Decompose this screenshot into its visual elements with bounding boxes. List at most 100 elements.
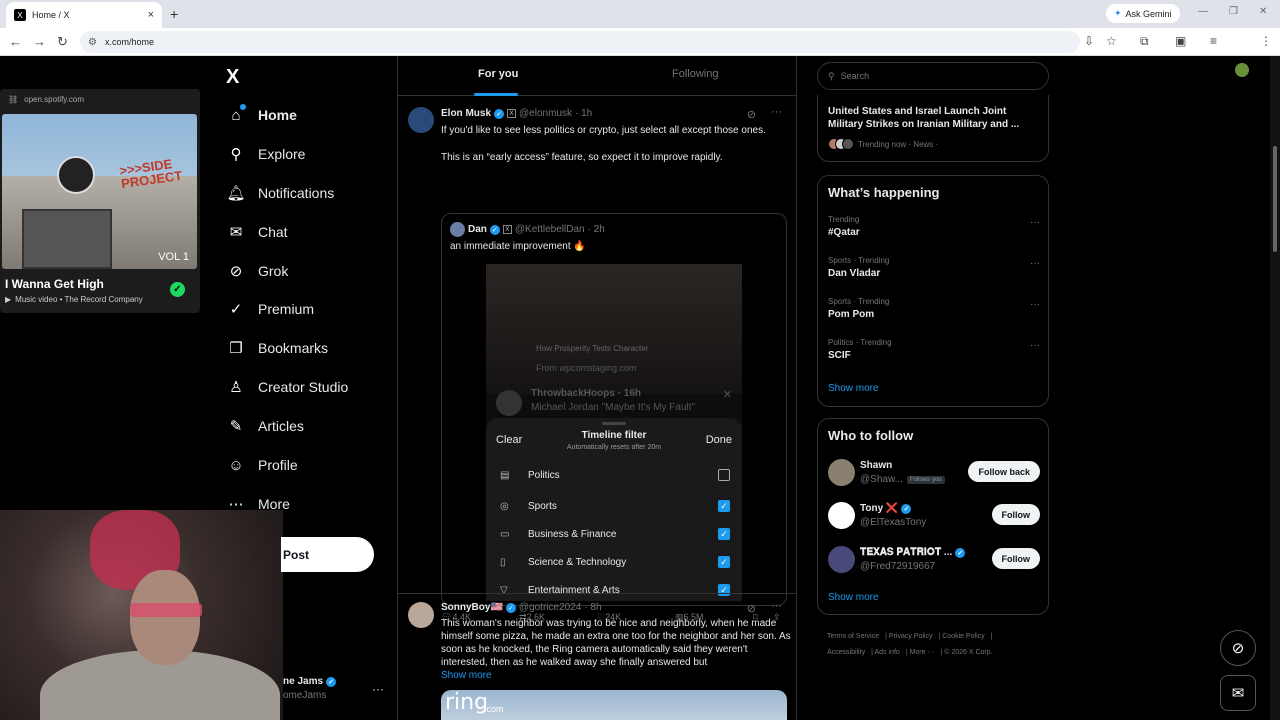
news-card[interactable]: United States and Israel Launch Joint Mi…	[817, 95, 1049, 162]
restore-icon[interactable]: ❐	[1229, 6, 1238, 17]
browser-profile-avatar[interactable]	[1235, 63, 1249, 77]
saved-check-icon[interactable]: ✓	[170, 282, 185, 297]
footer-link[interactable]: Accessibility	[827, 649, 865, 656]
trend-item[interactable]: Sports · Trending Pom Pom ···	[828, 297, 1040, 320]
tweet-header: SonnyBoy🇺🇸 ✓ @gotrice2024 · 8h	[441, 602, 602, 613]
trend-more-icon[interactable]: ···	[1030, 217, 1040, 228]
scrollbar-thumb[interactable]	[1273, 146, 1277, 252]
gemini-icon: ✦	[1114, 8, 1122, 18]
footer-link[interactable]: Terms of Service	[827, 633, 879, 640]
avatar	[828, 546, 855, 573]
follow-suggestion[interactable]: Tony ❌ ✓ @ElTexasTony Follow	[828, 502, 1040, 532]
suggestion-handle: @Fred72919667	[860, 561, 936, 572]
sidebar-item-articles[interactable]: ✎ Articles	[226, 411, 386, 441]
trend-context: Sports · Trending	[828, 256, 890, 265]
sidebar-item-chat[interactable]: ✉ Chat	[226, 217, 386, 247]
forward-icon[interactable]: →	[33, 34, 46, 49]
sidebar-item-premium[interactable]: ✓ Premium	[226, 294, 386, 324]
reading-list-icon[interactable]: ≡	[1210, 34, 1217, 48]
tweet-author-handle[interactable]: @gotrice2024	[519, 602, 581, 613]
avatar[interactable]	[408, 107, 434, 133]
trend-more-icon[interactable]: ···	[1030, 299, 1040, 310]
follow-button[interactable]: Follow	[991, 504, 1040, 525]
spotify-mini-player[interactable]: ⛓ open.spotify.com >>>SIDE PROJECT VOL 1…	[0, 89, 200, 313]
page-scrollbar[interactable]	[1270, 56, 1280, 720]
trend-more-icon[interactable]: ···	[1030, 340, 1040, 351]
trend-item[interactable]: Trending #Qatar ···	[828, 215, 1040, 238]
trend-name: Dan Vladar	[828, 268, 881, 279]
sidebar-item-home[interactable]: ⌂ Home	[226, 100, 386, 130]
search-input[interactable]: ⚲ Search	[817, 62, 1049, 90]
sidebar-item-label: More	[258, 496, 290, 512]
grok-explain-icon[interactable]: ⊘	[747, 108, 756, 121]
politics-icon: ▤	[500, 469, 510, 481]
sidebar-icon[interactable]: ▣	[1175, 34, 1186, 48]
tweet-more-icon[interactable]: ···	[771, 600, 782, 612]
follow-button[interactable]: Follow	[991, 548, 1040, 569]
extensions-icon[interactable]: ⧉	[1140, 34, 1149, 49]
close-window-icon[interactable]: ✕	[1259, 6, 1267, 17]
tab-for-you[interactable]: For you	[473, 68, 519, 96]
sidebar-item-grok[interactable]: ⊘ Grok	[226, 256, 386, 286]
timeline: For you Following Elon Musk ✓ X @elonmus…	[397, 56, 797, 720]
sidebar-item-bookmarks[interactable]: ❐ Bookmarks	[226, 333, 386, 363]
new-tab-button[interactable]: +	[170, 6, 178, 22]
browser-menu-icon[interactable]: ⋮	[1260, 34, 1272, 48]
sidebar-item-explore[interactable]: ⚲ Explore	[226, 139, 386, 169]
tweet-more-icon[interactable]: ···	[771, 106, 782, 118]
sidebar-item-label: Articles	[258, 418, 304, 434]
account-more-icon[interactable]: ···	[372, 682, 384, 696]
tweet-author-name[interactable]: Elon Musk	[441, 108, 491, 119]
grok-explain-icon[interactable]: ⊘	[747, 602, 756, 615]
url-field[interactable]: ⚙ x.com/home	[80, 31, 1080, 53]
close-tab-icon[interactable]: ×	[148, 9, 154, 21]
messages-fab-icon[interactable]: ✉	[1220, 675, 1256, 711]
trend-item[interactable]: Sports · Trending Dan Vladar ···	[828, 256, 1040, 279]
ring-logo: ring	[445, 690, 489, 715]
sidebar-item-more[interactable]: ⋯ More	[226, 489, 386, 519]
grok-fab-icon[interactable]: ⊘	[1220, 630, 1256, 666]
footer-link[interactable]: Cookie Policy	[942, 633, 984, 640]
post-button[interactable]: Post	[281, 537, 374, 572]
follow-suggestion[interactable]: Shawn @Shaw... Follows you Follow back	[828, 459, 1040, 489]
footer-link[interactable]: More ···	[910, 649, 935, 656]
sidebar-item-label: Chat	[258, 224, 288, 240]
tweet-time[interactable]: · 8h	[584, 602, 601, 613]
show-more-link[interactable]: Show more	[828, 592, 879, 603]
tweet-author-handle[interactable]: @elonmusk	[519, 108, 572, 119]
back-icon[interactable]: ←	[9, 34, 22, 49]
account-switcher[interactable]: ne Jams ✓ omeJams	[283, 676, 337, 701]
reload-icon[interactable]: ↻	[57, 34, 68, 50]
ask-gemini-button[interactable]: ✦ Ask Gemini	[1106, 4, 1180, 23]
footer-link[interactable]: Privacy Policy	[889, 633, 933, 640]
browser-tab[interactable]: X Home / X ×	[6, 2, 162, 28]
x-affiliate-badge-icon: X	[507, 109, 517, 118]
follow-back-button[interactable]: Follow back	[968, 461, 1040, 482]
tweet[interactable]: Elon Musk ✓ X @elonmusk · 1h ⊘ ··· If yo…	[398, 96, 796, 622]
x-affiliate-badge-icon: X	[502, 225, 512, 234]
site-info-icon[interactable]: ⚙	[88, 37, 97, 48]
minimize-icon[interactable]: —	[1198, 6, 1208, 17]
sidebar-item-label: Notifications	[258, 185, 335, 201]
quote-media-screenshot[interactable]: How Prosperity Tests Character From wpco…	[486, 264, 742, 601]
tweet-time[interactable]: · 1h	[575, 108, 592, 119]
avatar[interactable]	[408, 602, 434, 628]
bookmark-star-icon[interactable]: ☆	[1106, 34, 1117, 48]
verified-badge-icon: ✓	[901, 503, 912, 514]
tweet-author-name[interactable]: SonnyBoy🇺🇸	[441, 602, 503, 613]
sidebar-item-profile[interactable]: ☺ Profile	[226, 450, 386, 480]
trend-more-icon[interactable]: ···	[1030, 258, 1040, 269]
install-icon[interactable]: ⇩	[1084, 34, 1094, 48]
x-logo-icon[interactable]: X	[226, 66, 239, 89]
trend-item[interactable]: Politics · Trending SCIF ···	[828, 338, 1040, 361]
sidebar-item-creator-studio[interactable]: ♙ Creator Studio	[226, 372, 386, 402]
articles-icon: ✎	[229, 418, 243, 435]
show-more-link[interactable]: Show more	[441, 670, 492, 681]
follow-suggestion[interactable]: 𝐓𝐄𝐗𝐀𝐒 𝐏𝐀𝐓𝐑𝐈𝐎𝐓 ... ✓ @Fred72919667 Follow	[828, 546, 1040, 576]
quoted-tweet[interactable]: Dan ✓ X @KettlebellDan · 2h an immediate…	[441, 213, 787, 606]
tab-following[interactable]: Following	[672, 68, 718, 80]
sidebar-item-notifications[interactable]: 🔔︎ Notifications	[226, 178, 386, 208]
footer-link[interactable]: Ads info	[875, 649, 900, 656]
show-more-link[interactable]: Show more	[828, 383, 879, 394]
tweet-media-ring[interactable]: ring .com	[441, 690, 787, 720]
